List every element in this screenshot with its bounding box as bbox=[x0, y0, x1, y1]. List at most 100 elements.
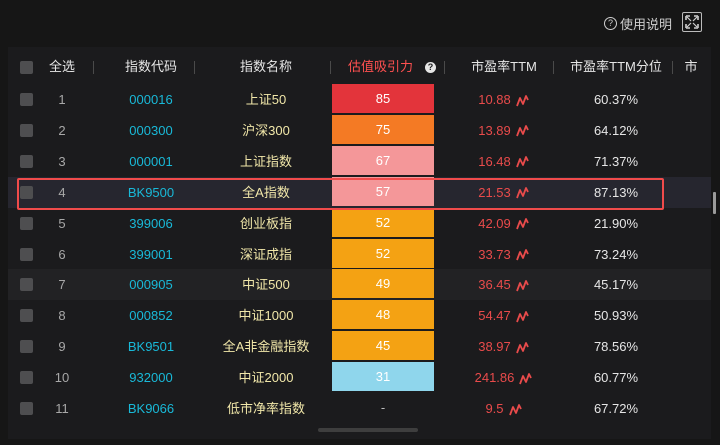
pe-cell: 54.47 bbox=[454, 300, 554, 331]
trend-chart-icon[interactable] bbox=[515, 280, 530, 292]
row-checkbox[interactable] bbox=[20, 371, 33, 385]
index-code[interactable]: 000905 bbox=[101, 269, 201, 300]
index-code[interactable]: 000016 bbox=[101, 84, 201, 115]
pe-value: 33.73 bbox=[478, 246, 511, 262]
table-row[interactable]: 6 399001 深证成指 52 33.73 73.24% bbox=[8, 238, 711, 270]
attractiveness-cell: 85 bbox=[332, 84, 434, 115]
trend-chart-icon[interactable] bbox=[515, 218, 530, 230]
table-row[interactable]: 2 000300 沪深300 75 13.89 64.12% bbox=[8, 114, 711, 146]
row-checkbox[interactable] bbox=[20, 216, 33, 230]
table-row[interactable]: 4 BK9500 全A指数 57 21.53 87.13% bbox=[8, 176, 711, 208]
pe-cell: 241.86 bbox=[454, 362, 554, 393]
trend-chart-icon[interactable] bbox=[515, 310, 530, 323]
pe-percentile: 67.72% bbox=[593, 401, 639, 416]
row-checkbox[interactable] bbox=[20, 340, 33, 354]
table-row[interactable]: 8 000852 中证1000 48 54.47 50.93% bbox=[8, 300, 711, 331]
table-row[interactable]: 7 000905 中证500 49 36.45 45.17% bbox=[8, 269, 711, 301]
index-name[interactable]: 创业板指 bbox=[204, 208, 328, 239]
table-header: 全选 指数代码 指数名称 估值吸引力? 市盈率TTM 市盈率TTM分位 市 bbox=[8, 52, 711, 82]
pe-cell: 21.53 bbox=[454, 177, 554, 208]
attractiveness-cell: 67 bbox=[332, 145, 434, 177]
index-name[interactable]: 深证成指 bbox=[204, 239, 328, 270]
index-code[interactable]: BK9500 bbox=[101, 177, 201, 208]
pe-cell: 33.73 bbox=[454, 239, 554, 270]
index-name[interactable]: 中证2000 bbox=[204, 362, 328, 393]
trend-chart-icon[interactable] bbox=[515, 125, 530, 137]
row-checkbox[interactable] bbox=[20, 93, 33, 106]
attractiveness-cell: 57 bbox=[332, 176, 434, 208]
pe-value: 9.5 bbox=[485, 401, 504, 416]
trend-chart-icon[interactable] bbox=[515, 94, 530, 107]
index-name[interactable]: 全A指数 bbox=[204, 177, 328, 208]
attractiveness-score: 85 bbox=[332, 84, 434, 113]
row-index: 9 bbox=[58, 339, 66, 355]
row-index: 11 bbox=[55, 401, 69, 416]
pe-percentile: 60.77% bbox=[593, 370, 639, 386]
header-cut-column[interactable]: 市 bbox=[681, 52, 701, 82]
index-code[interactable]: BK9066 bbox=[101, 393, 201, 424]
help-link[interactable]: ? 使用说明 bbox=[603, 14, 672, 33]
trend-chart-icon[interactable] bbox=[515, 187, 530, 199]
attractiveness-score: 52 bbox=[332, 207, 434, 237]
table-row[interactable]: 3 000001 上证指数 67 16.48 71.37% bbox=[8, 145, 711, 177]
index-code[interactable]: 932000 bbox=[101, 362, 201, 393]
table-row[interactable]: 10 932000 中证2000 31 241.86 60.77% bbox=[8, 362, 711, 393]
trend-chart-icon[interactable] bbox=[515, 156, 530, 168]
row-index: 5 bbox=[58, 215, 66, 231]
pe-percentile: 64.12% bbox=[593, 122, 639, 138]
index-code[interactable]: 399001 bbox=[101, 239, 201, 270]
pe-cell: 36.45 bbox=[454, 269, 554, 300]
row-checkbox[interactable] bbox=[20, 247, 33, 261]
attractiveness-score: 52 bbox=[332, 238, 434, 268]
question-icon[interactable]: ? bbox=[425, 62, 436, 73]
header-divider bbox=[93, 61, 94, 74]
row-index: 1 bbox=[58, 92, 66, 107]
index-name[interactable]: 全A非金融指数 bbox=[204, 331, 328, 362]
header-attractiveness[interactable]: 估值吸引力? bbox=[332, 52, 452, 82]
row-checkbox[interactable] bbox=[20, 402, 33, 415]
pe-value: 13.89 bbox=[478, 122, 511, 138]
select-all-checkbox[interactable] bbox=[20, 61, 33, 74]
table-row[interactable]: 9 BK9501 全A非金融指数 45 38.97 78.56% bbox=[8, 331, 711, 362]
trend-chart-icon[interactable] bbox=[515, 341, 530, 354]
index-name[interactable]: 中证1000 bbox=[204, 300, 328, 331]
table-row[interactable]: 5 399006 创业板指 52 42.09 21.90% bbox=[8, 207, 711, 239]
attractiveness-cell: 48 bbox=[332, 300, 434, 331]
pe-value: 38.97 bbox=[478, 339, 511, 355]
index-name[interactable]: 上证50 bbox=[204, 84, 328, 115]
header-select-all[interactable]: 全选 bbox=[44, 52, 80, 82]
header-attractiveness-label: 估值吸引力 bbox=[347, 59, 413, 74]
row-checkbox[interactable] bbox=[20, 123, 33, 137]
top-toolbar: ? 使用说明 bbox=[0, 0, 720, 46]
header-divider bbox=[553, 61, 554, 74]
row-checkbox[interactable] bbox=[20, 278, 33, 292]
index-code[interactable]: 399006 bbox=[101, 208, 201, 239]
header-pe-percentile[interactable]: 市盈率TTM分位 bbox=[560, 52, 672, 82]
index-name[interactable]: 沪深300 bbox=[204, 115, 328, 146]
index-code[interactable]: 000300 bbox=[101, 115, 201, 146]
row-index: 6 bbox=[58, 246, 66, 262]
pe-percentile: 60.37% bbox=[593, 92, 639, 107]
row-checkbox[interactable] bbox=[20, 154, 33, 168]
horizontal-scrollbar[interactable] bbox=[318, 428, 418, 432]
row-checkbox[interactable] bbox=[20, 185, 33, 199]
expand-icon[interactable] bbox=[682, 12, 702, 32]
row-checkbox[interactable] bbox=[20, 309, 33, 323]
index-name[interactable]: 中证500 bbox=[204, 269, 328, 300]
index-code[interactable]: BK9501 bbox=[101, 331, 201, 362]
attractiveness-cell: 52 bbox=[332, 207, 434, 239]
trend-chart-icon[interactable] bbox=[508, 403, 523, 416]
header-code[interactable]: 指数代码 bbox=[101, 52, 201, 82]
index-name[interactable]: 低市净率指数 bbox=[204, 393, 328, 424]
index-code[interactable]: 000852 bbox=[101, 300, 201, 331]
table-row[interactable]: 1 000016 上证50 85 10.88 60.37% bbox=[8, 84, 711, 115]
pe-value: 10.88 bbox=[478, 92, 511, 107]
trend-chart-icon[interactable] bbox=[519, 372, 533, 385]
vertical-scrollbar[interactable] bbox=[713, 192, 716, 214]
trend-chart-icon[interactable] bbox=[515, 249, 530, 261]
index-code[interactable]: 000001 bbox=[101, 146, 201, 177]
table-row[interactable]: 11 BK9066 低市净率指数 - 9.5 67.72% bbox=[8, 393, 711, 424]
index-name[interactable]: 上证指数 bbox=[204, 146, 328, 177]
header-name[interactable]: 指数名称 bbox=[204, 52, 328, 82]
header-pe[interactable]: 市盈率TTM bbox=[454, 52, 554, 82]
